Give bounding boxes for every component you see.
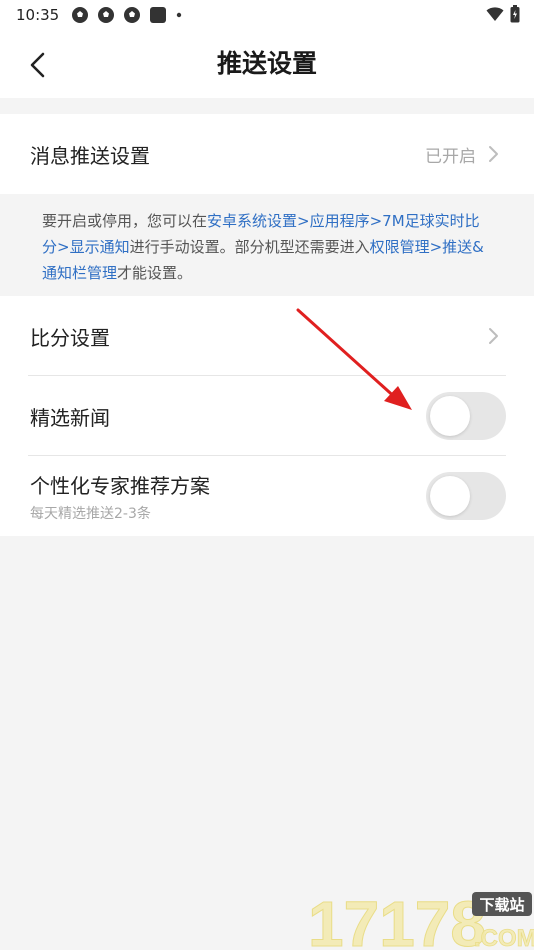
status-time: 10:35	[16, 6, 60, 24]
settings-card: 比分设置 精选新闻 个性化专家推荐方案 每天精选推送2-3条	[0, 296, 534, 536]
red-arrow-annotation	[296, 308, 412, 410]
soccer-ball-icon	[124, 7, 141, 23]
back-arrow-icon	[30, 52, 45, 78]
featured-news-row: 精选新闻	[0, 376, 534, 456]
app-square-icon	[150, 7, 167, 23]
featured-news-toggle[interactable]	[426, 392, 506, 440]
score-settings-row[interactable]: 比分设置	[0, 296, 534, 376]
push-settings-screen: 10:35 推送设置 消息推送设置 已开启 要开启或停用，您可以在安卓系统设置>…	[0, 0, 534, 950]
expert-recommend-row: 个性化专家推荐方案 每天精选推送2-3条	[0, 456, 534, 536]
push-settings-card: 消息推送设置 已开启	[0, 114, 534, 194]
watermark-badge: 下载站	[479, 896, 524, 914]
chevron-right-icon	[489, 146, 498, 162]
soccer-ball-icon	[98, 7, 115, 23]
watermark-domain: .COM	[474, 925, 534, 950]
featured-news-label: 精选新闻	[30, 405, 110, 430]
notice-text: 进行手动设置。部分机型还需要进入	[129, 238, 370, 256]
soccer-ball-icon	[72, 7, 89, 23]
wifi-icon	[486, 7, 504, 21]
score-settings-label: 比分设置	[30, 325, 110, 350]
expert-recommend-toggle[interactable]	[426, 472, 506, 520]
status-system-icons	[486, 5, 520, 23]
page-title: 推送设置	[216, 49, 317, 78]
watermark-number: 17178	[308, 888, 486, 950]
push-settings-row[interactable]: 消息推送设置 已开启	[0, 114, 534, 194]
notice-text: 要开启或停用，您可以在	[42, 212, 208, 230]
push-notice: 要开启或停用，您可以在安卓系统设置>应用程序>7M足球实时比分>显示通知进行手动…	[0, 192, 534, 296]
dot-icon	[177, 12, 182, 18]
battery-icon	[510, 5, 520, 23]
header: 推送设置	[0, 30, 534, 98]
watermark-logo: 17178 下载站 .COM	[308, 888, 534, 950]
toggle-knob	[430, 396, 470, 436]
push-status-value: 已开启	[425, 146, 476, 167]
expert-recommend-label: 个性化专家推荐方案	[30, 473, 210, 498]
expert-recommend-subtitle: 每天精选推送2-3条	[30, 505, 151, 522]
toggle-knob	[430, 476, 470, 516]
chevron-right-icon	[489, 328, 498, 344]
notice-text: 才能设置。	[117, 264, 193, 282]
push-settings-label: 消息推送设置	[30, 143, 150, 168]
back-button[interactable]	[24, 50, 54, 80]
status-notification-icons	[71, 6, 183, 24]
status-bar: 10:35	[0, 0, 534, 30]
